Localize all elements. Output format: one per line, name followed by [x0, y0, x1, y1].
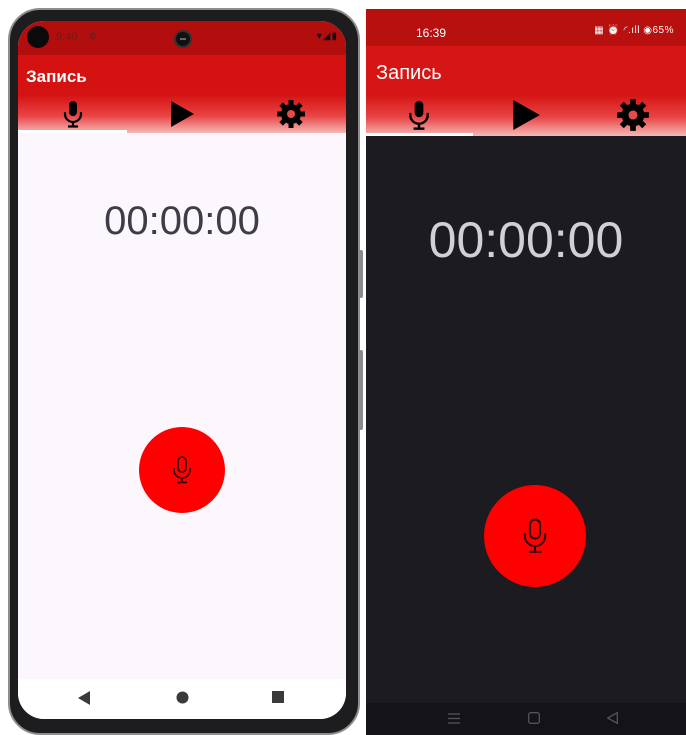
left-phone-screen: 9:40 ✲ ▾◢▮ Запись 00:00:00: [18, 21, 346, 719]
gear-icon: ✲: [88, 31, 98, 43]
recording-timer: 00:00:00: [104, 199, 260, 243]
home-circle-icon[interactable]: [176, 691, 189, 704]
play-icon: [170, 101, 194, 127]
app-bar: Запись: [18, 55, 346, 95]
system-nav-bar: [18, 679, 346, 719]
tab-bar: [366, 94, 686, 136]
tab-record[interactable]: [366, 94, 473, 136]
volume-button[interactable]: [359, 250, 363, 298]
gear-icon: [616, 99, 649, 131]
right-phone-screen: 16:39 ▦ ⏰ ◜.ıll ◉65% Запись 00:00:00: [366, 9, 686, 735]
tab-record[interactable]: [18, 95, 128, 133]
recording-timer: 00:00:00: [428, 212, 624, 268]
back-triangle-icon[interactable]: [78, 691, 90, 705]
system-nav-bar: [366, 703, 686, 735]
status-time: 16:39: [416, 26, 447, 40]
system-status-icons: ▦ ⏰ ◜.ıll ◉65%: [594, 25, 674, 36]
tab-playback[interactable]: [473, 94, 580, 136]
status-bar: 16:39 ▦ ⏰ ◜.ıll ◉65%: [366, 9, 686, 46]
back-triangle-icon[interactable]: [607, 712, 618, 724]
recents-square-icon[interactable]: [272, 691, 284, 703]
play-icon: [513, 100, 540, 130]
microphone-icon: [523, 518, 547, 553]
microphone-icon: [173, 456, 191, 484]
tab-settings[interactable]: [237, 95, 346, 133]
status-time: 9:40: [56, 31, 78, 43]
microphone-icon: [63, 101, 82, 128]
gear-icon: [277, 100, 306, 128]
microphone-icon: [409, 100, 430, 130]
page-title: Запись: [376, 62, 442, 84]
record-button[interactable]: [484, 485, 586, 587]
page-title: Запись: [26, 67, 87, 86]
tab-playback[interactable]: [127, 95, 236, 133]
tab-bar: [18, 95, 346, 133]
front-camera-icon: [174, 30, 192, 48]
tab-settings[interactable]: [579, 94, 686, 136]
home-square-icon[interactable]: [528, 712, 540, 724]
system-status-icons: ▾◢▮: [316, 31, 338, 42]
camera-cutout: [27, 26, 49, 48]
app-bar: Запись: [366, 46, 686, 94]
menu-lines-icon[interactable]: [448, 713, 460, 724]
power-button[interactable]: [359, 350, 363, 430]
record-button[interactable]: [139, 427, 225, 513]
status-bar: 9:40 ✲ ▾◢▮: [18, 21, 346, 55]
screenshot-canvas: 9:40 ✲ ▾◢▮ Запись 00:00:00 16:39 ▦ ⏰ ◜.ı…: [0, 0, 686, 735]
